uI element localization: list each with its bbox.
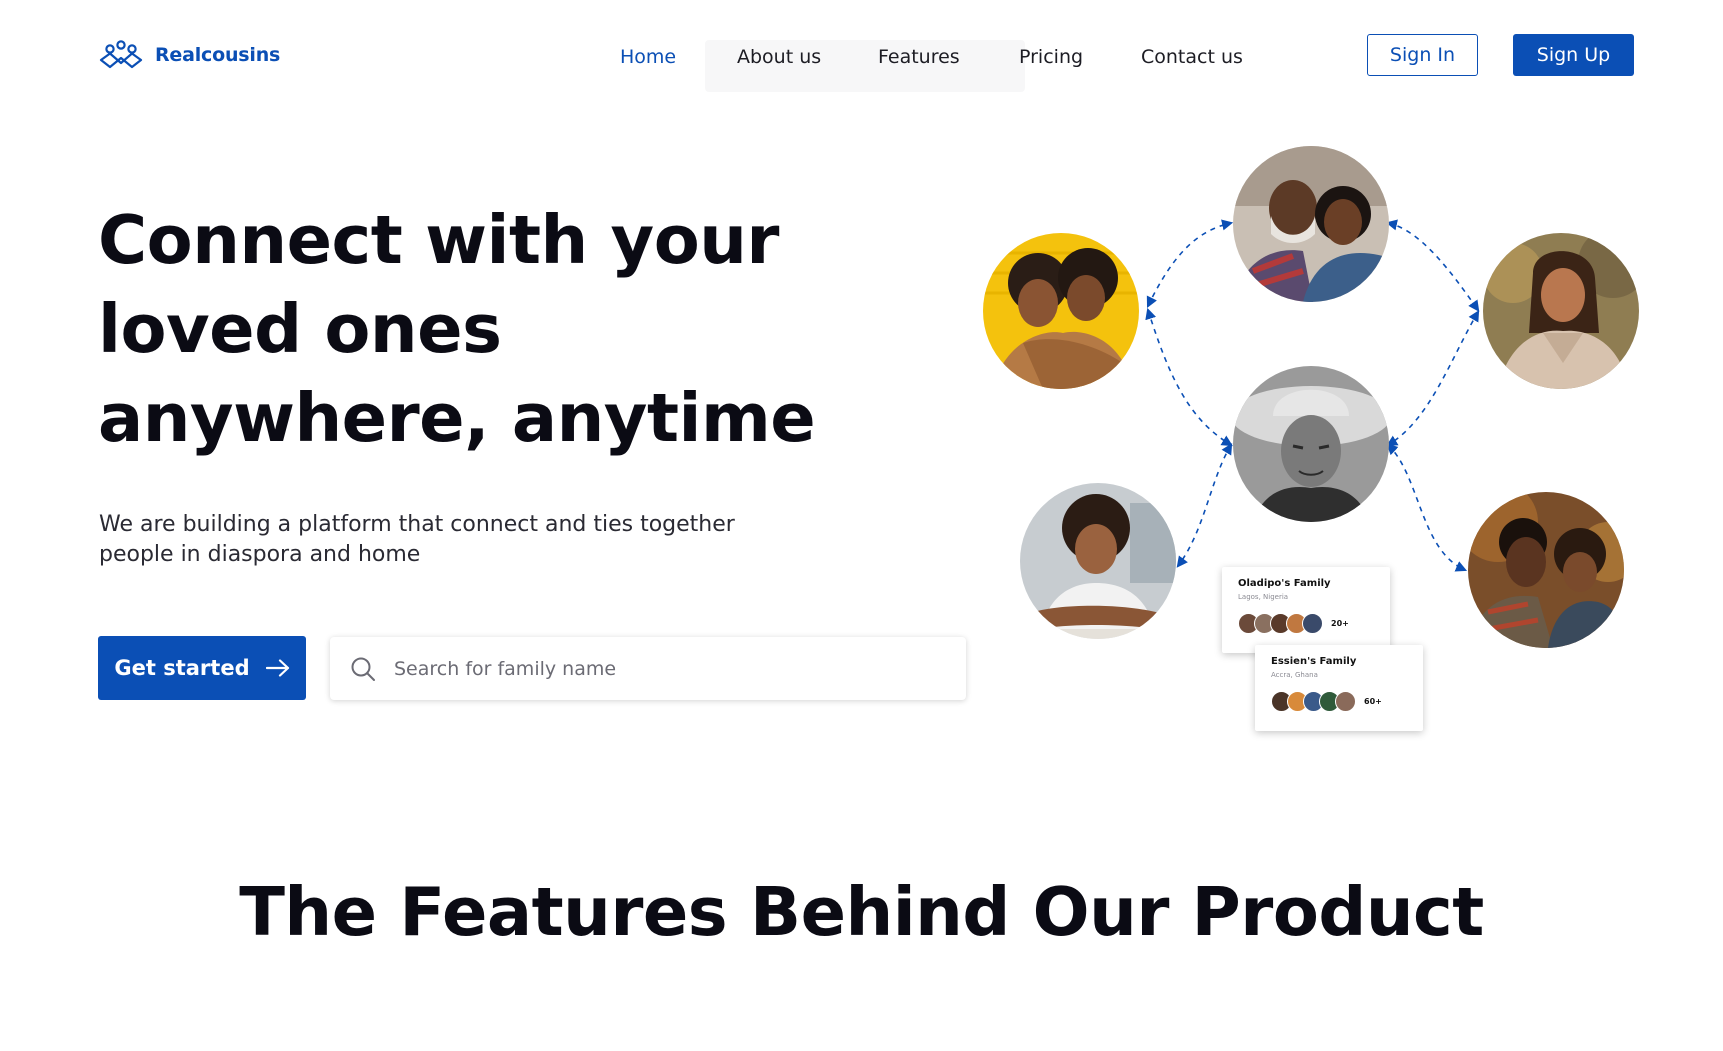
nav-item-home[interactable]: Home: [620, 46, 676, 68]
nav-item-about[interactable]: About us: [737, 46, 821, 68]
search-input[interactable]: [394, 657, 954, 680]
photo-old-man-hat: [1233, 366, 1389, 522]
family-member-avatars: 20+: [1238, 613, 1374, 634]
search-icon: [351, 657, 375, 681]
hero-subtitle: We are building a platform that connect …: [99, 512, 735, 567]
features-section-title: The Features Behind Our Product: [239, 873, 1484, 951]
family-search-box[interactable]: [330, 637, 966, 700]
family-member-avatars: 60+: [1271, 691, 1407, 712]
family-card-name: Oladipo's Family: [1238, 578, 1331, 589]
family-card-name: Essien's Family: [1271, 656, 1357, 667]
get-started-button[interactable]: Get started: [98, 636, 306, 700]
photo-young-man: [1020, 483, 1176, 639]
family-card[interactable]: Oladipo's Family Lagos, Nigeria 20+: [1222, 567, 1390, 653]
hero-title: Connect with your loved ones anywhere, a…: [98, 201, 816, 457]
family-card-location: Lagos, Nigeria: [1238, 593, 1289, 601]
arrow-right-icon: [265, 659, 289, 677]
photo-women-hugging: [983, 233, 1139, 389]
photo-smiling-woman: [1483, 233, 1639, 389]
nav-item-contact[interactable]: Contact us: [1141, 46, 1243, 68]
family-card[interactable]: Essien's Family Accra, Ghana 60+: [1255, 645, 1423, 731]
family-member-count: 60+: [1364, 697, 1382, 706]
get-started-label: Get started: [114, 656, 250, 680]
sign-up-button[interactable]: Sign Up: [1513, 34, 1634, 76]
nav-item-features[interactable]: Features: [878, 46, 960, 68]
avatar: [1302, 613, 1323, 634]
nav-item-pricing[interactable]: Pricing: [1019, 46, 1083, 68]
family-connection-graph: Oladipo's Family Lagos, Nigeria 20+ Essi…: [960, 130, 1680, 750]
avatar: [1335, 691, 1356, 712]
brand-name: Realcousins: [155, 44, 281, 66]
connected-people-icon: [99, 40, 143, 69]
sign-in-button[interactable]: Sign In: [1367, 34, 1478, 76]
family-card-location: Accra, Ghana: [1271, 671, 1318, 679]
photo-elderly-couple: [1233, 146, 1389, 302]
brand-logo[interactable]: Realcousins: [99, 40, 280, 70]
photo-father-child: [1468, 492, 1624, 648]
family-member-count: 20+: [1331, 619, 1349, 628]
